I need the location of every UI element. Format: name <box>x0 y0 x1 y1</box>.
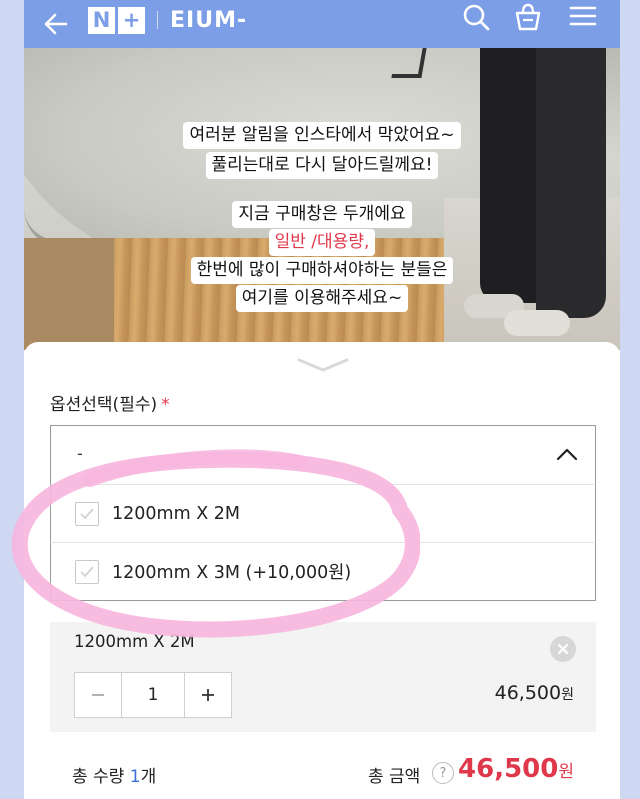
logo-plus-mark: + <box>118 6 145 34</box>
help-icon[interactable]: ? <box>432 762 454 784</box>
total-qty-value: 1 <box>129 767 141 787</box>
option-dropdown[interactable]: - <box>50 425 596 485</box>
total-qty-unit: 개 <box>140 767 157 787</box>
photo-person-foot <box>504 310 570 336</box>
option-item-2m[interactable]: 1200mm X 2M <box>50 485 596 543</box>
item-price-value: 46,500 <box>494 682 562 704</box>
photo-device <box>391 48 427 78</box>
total-quantity: 총 수량 1개 <box>72 762 156 787</box>
option-bottom-sheet: 옵션선택(필수) * - 1200mm X 2M 1200mm X 3M (+10 <box>24 342 620 799</box>
total-amount-currency: 원 <box>558 762 574 782</box>
total-amount-value: 46,500 <box>458 754 559 784</box>
quantity-value[interactable]: 1 <box>121 673 185 717</box>
search-icon[interactable] <box>461 2 491 32</box>
option-select-label: 옵션선택(필수) * <box>50 390 170 415</box>
top-nav-bar: N + EIUM- <box>24 0 620 48</box>
shopping-bag-icon[interactable] <box>513 2 543 32</box>
back-arrow-icon[interactable] <box>42 12 68 36</box>
app-frame: N + EIUM- 여러분 알림을 인스타에서 막았어요~ 풀리는대로 다시 달… <box>24 0 620 799</box>
option-item-3m[interactable]: 1200mm X 3M (+10,000원) <box>50 543 596 601</box>
dropdown-selected-value: - <box>77 444 83 463</box>
selected-item-name: 1200mm X 2M <box>74 632 195 651</box>
photo-wood-base <box>114 238 464 350</box>
plus-icon <box>202 689 214 701</box>
option-checkbox[interactable] <box>75 559 99 584</box>
hamburger-menu-icon[interactable] <box>569 4 597 28</box>
option-label-text: 옵션선택(필수) <box>50 395 158 415</box>
chevron-down-icon[interactable] <box>295 354 351 376</box>
selected-item-price: 46,500원 <box>495 682 574 704</box>
close-icon <box>558 644 568 654</box>
minus-icon <box>92 694 104 696</box>
brand-name: EIUM- <box>170 7 248 33</box>
increase-quantity-button[interactable] <box>185 673 231 717</box>
order-totals: 총 수량 1개 총 금액 ? 46,500원 <box>50 754 596 794</box>
total-amount-label: 총 금액 <box>368 767 421 787</box>
decrease-quantity-button[interactable] <box>75 673 121 717</box>
photo-person-leg <box>536 48 606 318</box>
check-icon <box>80 565 94 577</box>
logo-n-mark: N <box>88 6 115 34</box>
total-amount: 46,500원 <box>458 754 574 784</box>
option-item-label: 1200mm X 3M (+10,000원) <box>112 563 352 583</box>
store-logo[interactable]: N + EIUM- <box>88 6 247 34</box>
logo-divider <box>157 11 158 29</box>
remove-item-button[interactable] <box>550 636 576 662</box>
required-mark: * <box>161 395 170 415</box>
selected-item-card: 1200mm X 2M 1 46,500원 <box>50 622 596 732</box>
photo-person-leg <box>480 48 544 303</box>
product-hero-image: 여러분 알림을 인스타에서 막았어요~ 풀리는대로 다시 달아드릴께요! 지금 … <box>24 48 620 350</box>
chevron-up-icon[interactable] <box>555 444 579 464</box>
item-price-currency: 원 <box>561 687 574 703</box>
option-item-label: 1200mm X 2M <box>112 503 240 524</box>
total-qty-label: 총 수량 <box>72 767 125 787</box>
quantity-stepper: 1 <box>74 672 232 718</box>
option-checkbox[interactable] <box>75 501 99 526</box>
check-icon <box>80 507 94 519</box>
